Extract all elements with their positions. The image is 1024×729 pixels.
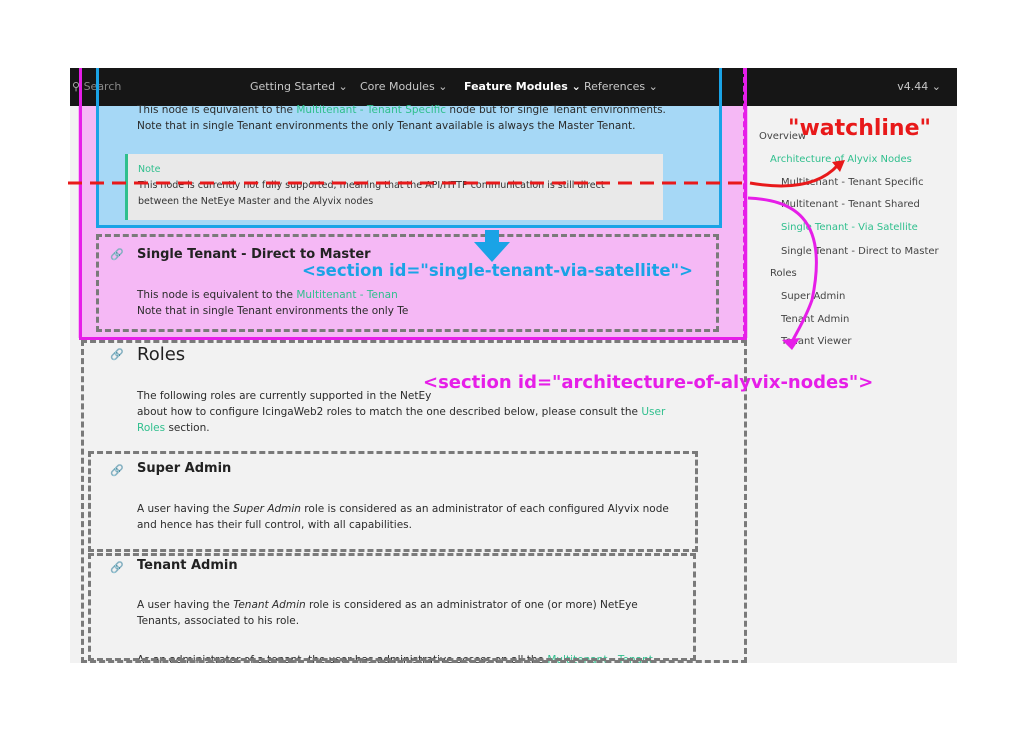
architecture-curve-arrow (747, 196, 818, 343)
watchline-curve-arrow (749, 163, 840, 188)
satellite-arrowhead (474, 242, 510, 262)
satellite-section-label: <section id="single-tenant-via-satellite… (302, 261, 693, 280)
architecture-arrowhead (782, 338, 800, 350)
architecture-section-label: <section id="architecture-of-alyvix-node… (423, 372, 874, 393)
annotation-overlay (68, 160, 845, 350)
watchline-label: "watchline" (788, 116, 931, 141)
satellite-arrow-stem (485, 230, 499, 244)
